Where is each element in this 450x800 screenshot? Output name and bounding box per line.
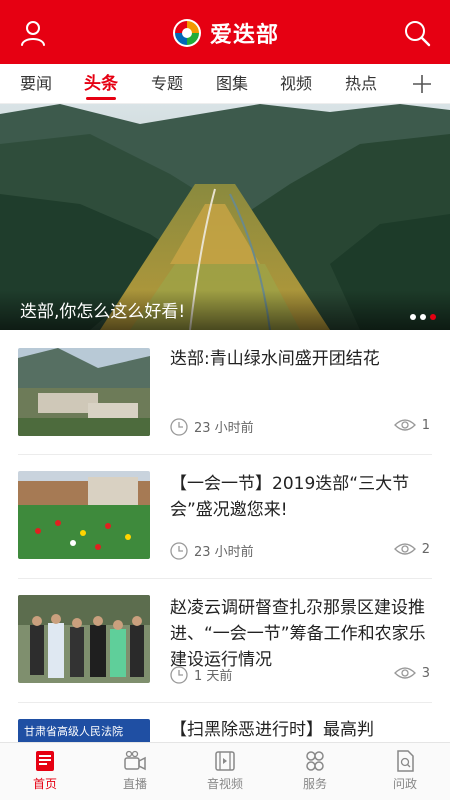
tab-yaowen[interactable]: 要闻 bbox=[20, 64, 52, 104]
news-thumbnail: 甘肃省高级人民法院 bbox=[18, 719, 150, 742]
nav-label: 直播 bbox=[122, 777, 147, 791]
nav-home[interactable]: 首页 bbox=[0, 743, 90, 800]
news-thumbnail bbox=[18, 595, 150, 683]
eye-icon bbox=[393, 667, 416, 679]
user-icon[interactable] bbox=[18, 18, 48, 48]
banner-carousel[interactable]: 迭部,你怎么这么好看! bbox=[0, 104, 450, 330]
news-item[interactable]: 赵凌云调研督查扎尕那景区建设推进、“一会一节”筹备工作和农家乐建设运行情况 1 … bbox=[0, 579, 450, 701]
nav-label: 问政 bbox=[392, 777, 417, 791]
nav-label: 首页 bbox=[32, 777, 57, 791]
news-views-count: 1 bbox=[421, 417, 430, 433]
home-news-icon bbox=[36, 751, 54, 771]
nav-media[interactable]: 音视频 bbox=[180, 743, 270, 800]
news-title: 迭部:青山绿水间盛开团结花 bbox=[170, 349, 380, 369]
search-icon[interactable] bbox=[402, 18, 432, 48]
news-item[interactable]: 迭部:青山绿水间盛开团结花 23 小时前 1 bbox=[0, 330, 450, 452]
tab-toutiao[interactable]: 头条 bbox=[84, 64, 118, 104]
eye-icon bbox=[393, 419, 416, 431]
carousel-dot[interactable] bbox=[410, 314, 416, 320]
inquiry-icon bbox=[397, 750, 414, 772]
eye-icon bbox=[393, 543, 416, 555]
carousel-dot[interactable] bbox=[420, 314, 426, 320]
news-views: 1 bbox=[393, 417, 430, 433]
news-time: 23 小时前 bbox=[170, 541, 254, 560]
tab-redian[interactable]: 热点 bbox=[345, 64, 377, 104]
live-camera-icon bbox=[124, 750, 146, 771]
top-bar: 爱迭部 bbox=[0, 0, 450, 64]
nav-live[interactable]: 直播 bbox=[90, 743, 180, 800]
news-time: 1 天前 bbox=[170, 665, 232, 684]
news-views-count: 3 bbox=[421, 665, 430, 681]
tab-shipin[interactable]: 视频 bbox=[280, 64, 312, 104]
news-time: 23 小时前 bbox=[170, 417, 254, 436]
bottom-nav: 首页 直播 音视频 服务 问政 bbox=[0, 742, 450, 800]
clock-icon bbox=[170, 541, 188, 560]
clock-icon bbox=[170, 665, 188, 684]
carousel-dot-active[interactable] bbox=[430, 314, 436, 320]
news-thumbnail bbox=[18, 471, 150, 559]
news-views: 3 bbox=[393, 665, 430, 681]
news-time-text: 23 小时前 bbox=[194, 421, 254, 436]
news-title: 赵凌云调研督查扎尕那景区建设推进、“一会一节”筹备工作和农家乐建设运行情况 bbox=[170, 598, 426, 670]
nav-inquiry[interactable]: 问政 bbox=[360, 743, 450, 800]
brand-name: 爱迭部 bbox=[210, 23, 280, 48]
news-item[interactable]: 甘肃省高级人民法院 【扫黑除恶进行时】最高判 bbox=[0, 703, 450, 742]
channel-tabs: 要闻 头条 专题 图集 视频 热点 bbox=[0, 64, 450, 104]
news-title: 【扫黑除恶进行时】最高判 bbox=[170, 720, 374, 740]
news-thumbnail-text: 甘肃省高级人民法院 bbox=[24, 725, 123, 738]
news-thumbnail bbox=[18, 348, 150, 436]
nav-label: 音视频 bbox=[206, 777, 243, 791]
news-time-text: 23 小时前 bbox=[194, 545, 254, 560]
tab-zhuanti[interactable]: 专题 bbox=[151, 64, 183, 104]
brand: 爱迭部 bbox=[172, 16, 279, 50]
news-views-count: 2 bbox=[421, 541, 430, 557]
tab-tuji[interactable]: 图集 bbox=[216, 64, 248, 104]
carousel-indicator bbox=[410, 314, 436, 320]
nav-service[interactable]: 服务 bbox=[270, 743, 360, 800]
plus-icon[interactable] bbox=[410, 72, 434, 96]
service-icon bbox=[306, 751, 324, 771]
app-logo-icon bbox=[173, 19, 201, 47]
news-views: 2 bbox=[393, 541, 430, 557]
film-icon bbox=[215, 751, 235, 771]
banner-caption-bar: 迭部,你怎么这么好看! bbox=[0, 290, 450, 330]
clock-icon bbox=[170, 417, 188, 436]
nav-label: 服务 bbox=[302, 777, 327, 791]
news-time-text: 1 天前 bbox=[194, 669, 233, 684]
banner-caption: 迭部,你怎么这么好看! bbox=[20, 302, 186, 322]
news-title: 【一会一节】2019迭部“三大节会”盛况邀您来! bbox=[170, 474, 410, 520]
news-item[interactable]: 【一会一节】2019迭部“三大节会”盛况邀您来! 23 小时前 2 bbox=[0, 455, 450, 577]
